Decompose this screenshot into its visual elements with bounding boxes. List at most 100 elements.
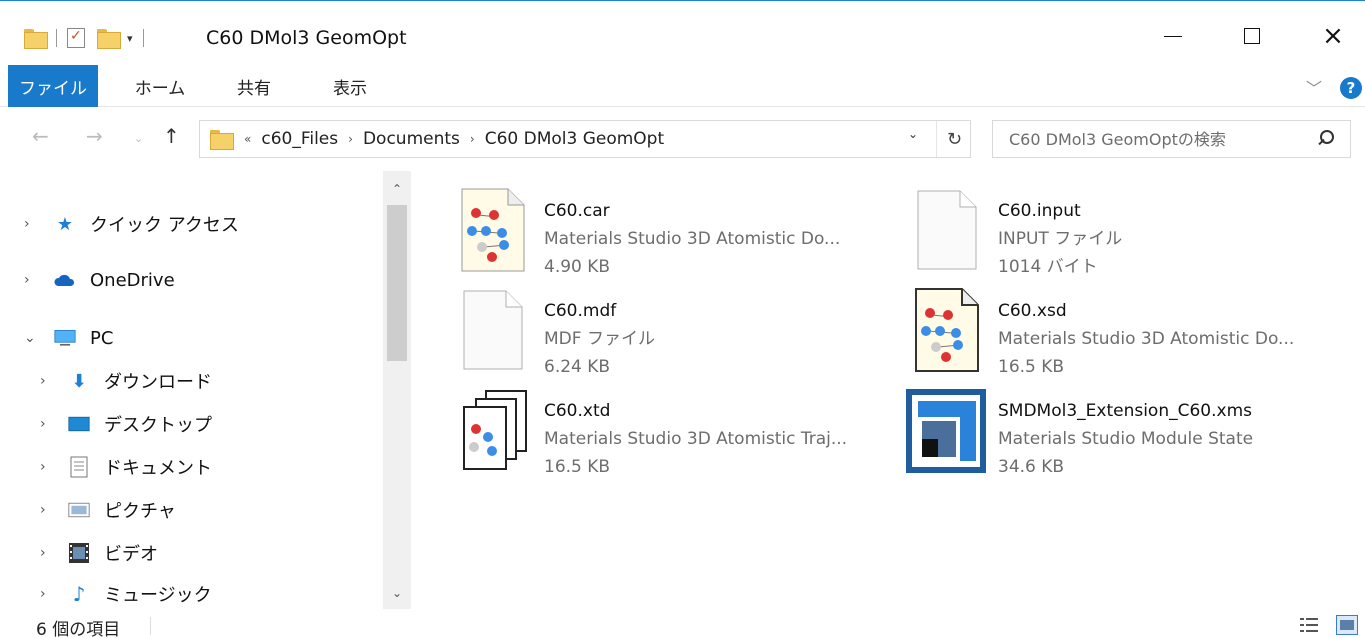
download-arrow-icon: ⬇ — [71, 370, 87, 392]
scroll-down-icon[interactable]: ⌄ — [383, 581, 411, 605]
customize-toolbar-icon[interactable]: ▾ — [127, 32, 133, 45]
back-arrow-icon[interactable]: ← — [32, 124, 49, 148]
navigation-pane: › ★ クイック アクセス › OneDrive ⌄ PC › ⬇ ダウンロード — [0, 171, 412, 611]
file-type: Materials Studio Module State — [998, 429, 1254, 449]
nav-item-videos[interactable]: › ビデオ — [0, 534, 380, 572]
tab-share[interactable]: 共有 — [230, 65, 278, 107]
toolbar-divider — [142, 29, 144, 47]
nav-item-downloads[interactable]: › ⬇ ダウンロード — [0, 362, 380, 400]
nav-item-music[interactable]: › ♪ ミュージック — [0, 575, 380, 613]
file-list: C60.car Materials Studio 3D Atomistic Do… — [412, 171, 1365, 611]
minimize-icon — [1164, 35, 1182, 37]
nav-item-pictures[interactable]: › ピクチャ — [0, 491, 380, 529]
nav-item-documents[interactable]: › ドキュメント — [0, 448, 380, 486]
ribbon-tabs: ファイル ホーム 共有 表示 ﹀ ? — [0, 65, 1365, 107]
quick-access-toolbar: ▾ — [24, 23, 154, 53]
file-item-c60-xtd[interactable]: C60.xtd Materials Studio 3D Atomistic Tr… — [458, 387, 898, 483]
search-icon[interactable] — [1315, 129, 1335, 149]
file-item-c60-mdf[interactable]: C60.mdf MDF ファイル 6.24 KB — [458, 287, 898, 383]
collapse-arrow-icon[interactable]: ⌄ — [24, 330, 36, 346]
expand-arrow-icon[interactable]: › — [24, 272, 30, 288]
search-input[interactable] — [993, 121, 1293, 157]
blank-file-icon — [458, 287, 530, 375]
explorer-window: ▾ C60 DMol3 GeomOpt × ファイル ホーム 共有 表示 ﹀ ?… — [0, 0, 1365, 638]
file-size: 4.90 KB — [544, 257, 611, 277]
large-icons-view-icon[interactable] — [1336, 615, 1358, 635]
star-icon: ★ — [56, 213, 74, 235]
expand-arrow-icon[interactable]: › — [40, 459, 46, 475]
new-folder-icon[interactable] — [97, 29, 121, 49]
scrollbar-thumb[interactable] — [387, 205, 407, 361]
search-box[interactable] — [992, 120, 1351, 158]
up-arrow-icon[interactable]: ↑ — [163, 124, 180, 148]
nav-item-desktop[interactable]: › デスクトップ — [0, 405, 380, 443]
expand-arrow-icon[interactable]: › — [40, 416, 46, 432]
nav-label: ミュージック — [104, 585, 212, 606]
expand-arrow-icon[interactable]: › — [40, 373, 46, 389]
scroll-up-icon[interactable]: ⌃ — [383, 177, 411, 201]
expand-ribbon-icon[interactable]: ﹀ — [1306, 75, 1322, 99]
module-state-icon — [904, 387, 986, 475]
address-bar[interactable]: « c60_Files › Documents › C60 DMol3 Geom… — [199, 120, 971, 158]
forward-arrow-icon[interactable]: → — [86, 124, 103, 148]
status-divider — [150, 617, 151, 635]
nav-label: デスクトップ — [104, 415, 212, 436]
tab-view[interactable]: 表示 — [326, 65, 374, 107]
atomistic-document-icon — [912, 287, 984, 375]
document-icon — [68, 456, 90, 478]
navigation-bar: ← → ⌄ ↑ « c60_Files › Documents › C60 DM… — [0, 108, 1365, 168]
maximize-button[interactable] — [1237, 21, 1267, 51]
close-button[interactable]: × — [1318, 21, 1348, 51]
refresh-icon[interactable]: ↻ — [936, 121, 972, 157]
file-size: 16.5 KB — [998, 357, 1065, 377]
status-bar: 6 個の項目 — [0, 611, 1365, 638]
nav-item-pc[interactable]: ⌄ PC — [0, 319, 380, 357]
folder-icon[interactable] — [24, 29, 48, 49]
file-type: Materials Studio 3D Atomistic Do... — [544, 229, 841, 249]
file-name: C60.mdf — [544, 301, 617, 321]
file-name: SMDMol3_Extension_C60.xms — [998, 401, 1252, 421]
file-name: C60.xsd — [998, 301, 1067, 321]
details-view-icon[interactable] — [1298, 615, 1320, 635]
file-item-smdmol3-extension-xms[interactable]: SMDMol3_Extension_C60.xms Materials Stud… — [904, 387, 1344, 483]
chevron-down-icon[interactable]: ⌄ — [908, 127, 918, 141]
chevron-right-icon[interactable]: › — [348, 132, 353, 146]
file-size: 34.6 KB — [998, 457, 1065, 477]
file-item-c60-xsd[interactable]: C60.xsd Materials Studio 3D Atomistic Do… — [912, 287, 1352, 383]
close-icon: × — [1322, 21, 1344, 51]
help-icon[interactable]: ? — [1340, 77, 1362, 99]
file-size: 1014 バイト — [998, 257, 1098, 277]
file-item-c60-input[interactable]: C60.input INPUT ファイル 1014 バイト — [912, 187, 1352, 283]
title-bar: ▾ C60 DMol3 GeomOpt × — [0, 1, 1365, 65]
maximize-icon — [1244, 28, 1260, 44]
chevron-right-icon[interactable]: › — [470, 132, 475, 146]
window-title: C60 DMol3 GeomOpt — [206, 27, 407, 49]
breadcrumb-c60-files[interactable]: c60_Files — [261, 129, 338, 149]
file-name: C60.input — [998, 201, 1081, 221]
file-size: 16.5 KB — [544, 457, 611, 477]
nav-item-quick-access[interactable]: › ★ クイック アクセス — [0, 205, 380, 243]
breadcrumb-overflow[interactable]: « — [244, 132, 251, 146]
toolbar-divider — [56, 29, 57, 47]
file-size: 6.24 KB — [544, 357, 611, 377]
file-type: Materials Studio 3D Atomistic Do... — [998, 329, 1295, 349]
expand-arrow-icon[interactable]: › — [24, 216, 30, 232]
file-type: INPUT ファイル — [998, 229, 1123, 249]
tab-file[interactable]: ファイル — [8, 65, 98, 107]
breadcrumb-documents[interactable]: Documents — [363, 129, 460, 149]
breadcrumb-current-folder[interactable]: C60 DMol3 GeomOpt — [485, 129, 664, 149]
expand-arrow-icon[interactable]: › — [40, 545, 46, 561]
file-name: C60.car — [544, 201, 610, 221]
desktop-icon — [68, 413, 90, 435]
music-note-icon: ♪ — [72, 582, 86, 606]
tab-home[interactable]: ホーム — [132, 65, 188, 107]
minimize-button[interactable] — [1158, 21, 1188, 51]
recent-locations-icon[interactable]: ⌄ — [134, 132, 143, 145]
expand-arrow-icon[interactable]: › — [40, 586, 46, 602]
properties-icon[interactable] — [67, 28, 85, 48]
folder-icon — [210, 130, 234, 150]
nav-item-onedrive[interactable]: › OneDrive — [0, 261, 380, 299]
expand-arrow-icon[interactable]: › — [40, 502, 46, 518]
nav-scrollbar[interactable]: ⌃ ⌄ — [383, 171, 411, 609]
file-item-c60-car[interactable]: C60.car Materials Studio 3D Atomistic Do… — [458, 187, 898, 283]
